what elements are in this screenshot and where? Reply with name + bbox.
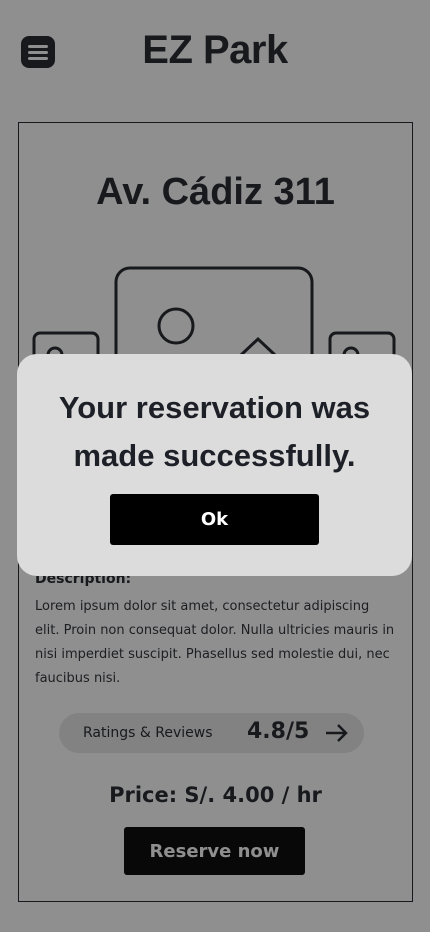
dialog-message: Your reservation was made successfully. — [58, 390, 371, 473]
ok-button[interactable]: Ok — [110, 494, 319, 545]
reservation-success-dialog: Your reservation was made successfully. … — [17, 354, 412, 576]
